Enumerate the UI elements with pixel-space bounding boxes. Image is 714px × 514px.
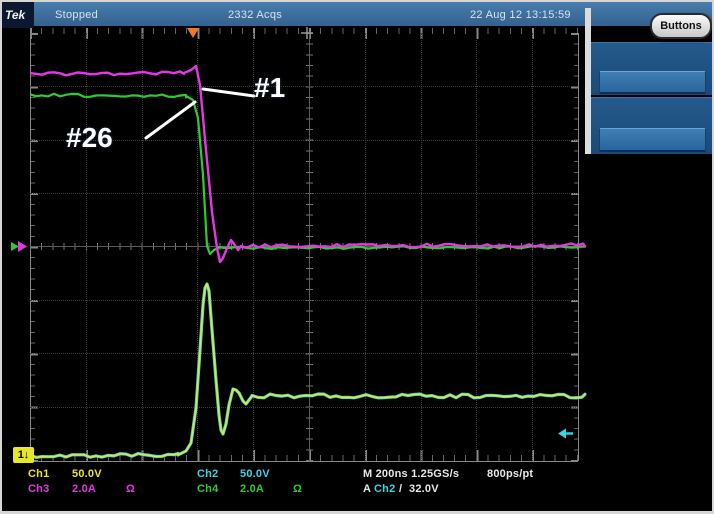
pulse1-annotation: #1 (254, 72, 285, 104)
ch3-label: Ch3 (28, 483, 49, 495)
ch4-scale: 2.0A (240, 483, 264, 495)
resolution-readout: 800ps/pt (487, 468, 533, 480)
trigger-source: Ch2 (374, 483, 395, 495)
trigger-level: 32.0V (409, 483, 439, 495)
screen-panel-divider (585, 8, 591, 154)
frame-top (0, 0, 714, 2)
ch2-label: Ch2 (197, 468, 218, 480)
trigger-slope-icon: / (399, 483, 402, 495)
buttons-button[interactable]: Buttons (650, 13, 712, 39)
soft-button-2[interactable] (599, 128, 706, 152)
timebase-readout: M 200ns 1.25GS/s (363, 468, 459, 480)
ch4-label: Ch4 (197, 483, 218, 495)
ch1-position-marker: 1↓ (13, 447, 34, 463)
trigger-prefix: A (363, 483, 371, 495)
oscilloscope-screen: Tek Stopped 2332 Acqs 22 Aug 12 13:15:59… (0, 0, 714, 514)
ch1-label: Ch1 (28, 468, 49, 480)
ch4-coupling: Ω (293, 483, 302, 495)
pulse26-annotation: #26 (66, 122, 113, 154)
ch3-scale: 2.0A (72, 483, 96, 495)
soft-button-1[interactable] (599, 71, 706, 94)
frame-left (0, 0, 2, 514)
ch1-scale: 50.0V (72, 468, 102, 480)
ch3-coupling: Ω (126, 483, 135, 495)
ch2-scale: 50.0V (240, 468, 270, 480)
